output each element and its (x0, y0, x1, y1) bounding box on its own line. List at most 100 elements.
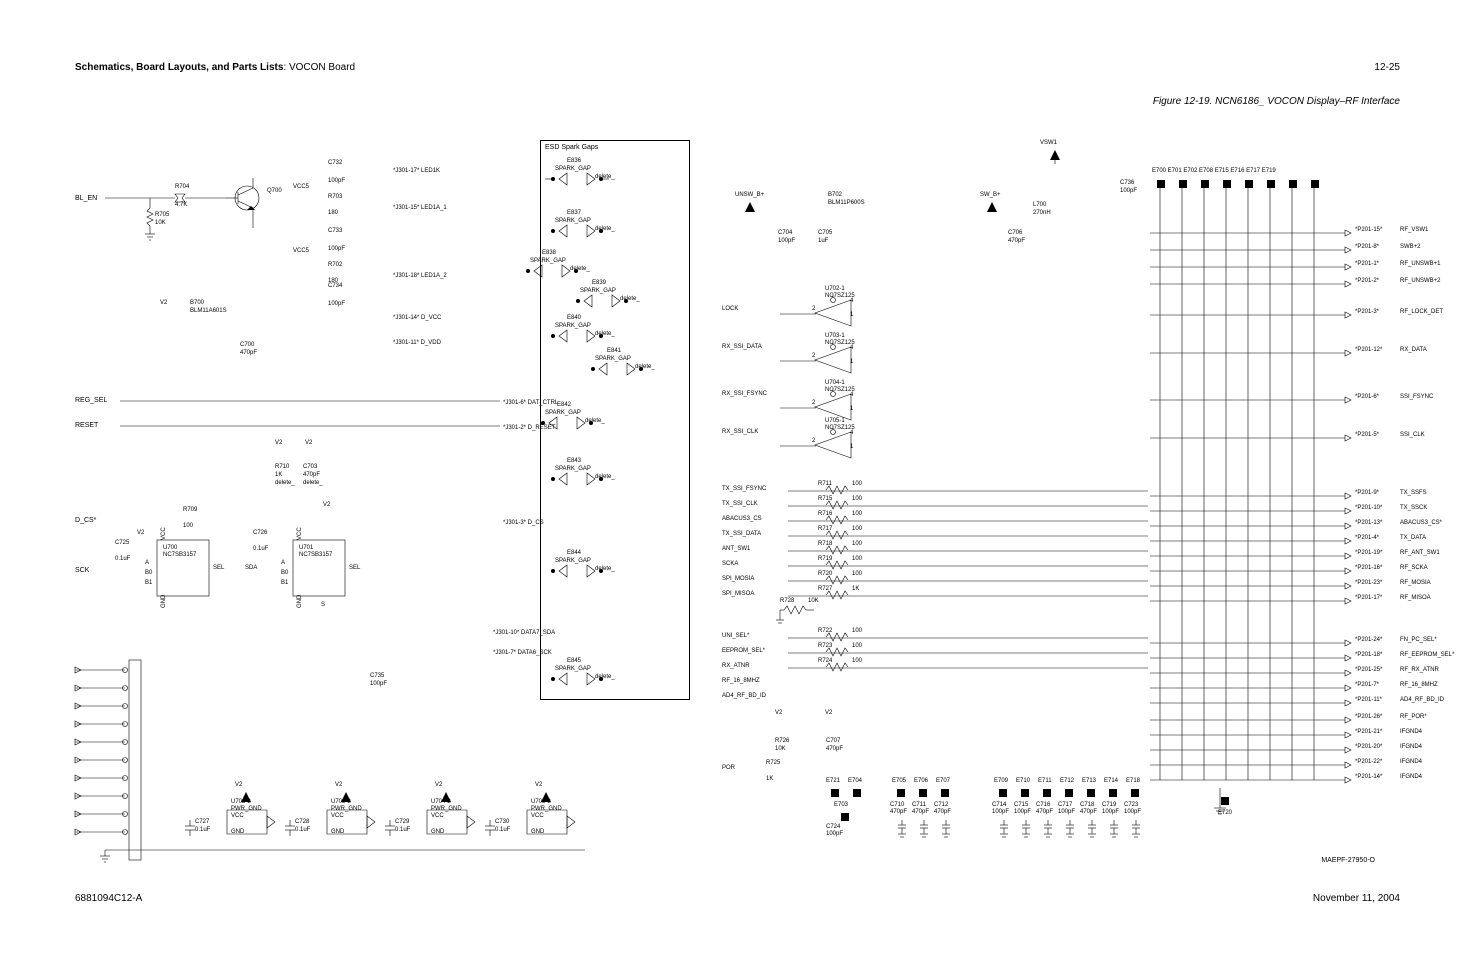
u702_2-gnd: GND (231, 829, 244, 835)
page-header: Schematics, Board Layouts, and Parts Lis… (75, 62, 355, 73)
e711: E711 (1038, 778, 1052, 784)
r703-val: 180 (328, 210, 338, 216)
u703_2-vcc: VCC (331, 813, 344, 819)
c723-ref: C723 (1124, 802, 1138, 808)
c725-val: 0.1uF (115, 556, 130, 562)
j301-15: *J301-15* LED1A_1 (393, 205, 447, 211)
u704_1-p1: 1 (850, 406, 853, 412)
e704: E704 (848, 778, 862, 784)
u701-a: A (281, 560, 285, 566)
p201-18-pin: *P201-25* (1355, 667, 1382, 673)
port-ee: EEPROM_SEL* (722, 648, 765, 654)
page-date: November 11, 2004 (1313, 893, 1400, 904)
e843-lbl: SPARK_GAP (555, 466, 591, 472)
p201-15-name: RF_MISOA (1400, 595, 1431, 601)
u703_1-ref: U703-1 (825, 333, 845, 339)
r715-val: 100 (852, 496, 862, 502)
p201-14-name: RF_MOSIA (1400, 580, 1431, 586)
p201-8-pin: *P201-9* (1355, 490, 1379, 496)
port-misoa: SPI_MISOA (722, 591, 754, 597)
e845-ref: E845 (567, 658, 581, 664)
u701-sda: SDA (245, 565, 257, 571)
port-mosia: SPI_MOSIA (722, 576, 754, 582)
r725-ref: R725 (766, 760, 780, 766)
p201-3-pin: *P201-2* (1355, 278, 1379, 284)
e838-lbl: SPARK_GAP (530, 258, 566, 264)
u704_1-p4: 4 (850, 392, 853, 398)
r710-ref: R710 (275, 464, 289, 470)
b700-ref: B700 (190, 300, 204, 306)
c729-ref: C729 (395, 819, 409, 825)
v2-c: V2 (305, 440, 312, 446)
r719-ref: R719 (818, 556, 832, 562)
port-bl-en: BL_EN (75, 195, 97, 202)
u705_2-gnd: GND (531, 829, 544, 835)
j301-18: *J301-18* LED1A_2 (393, 273, 447, 279)
p201-24-pin: *P201-22* (1355, 759, 1382, 765)
c707-val: 470pF (826, 746, 843, 752)
c706-val: 470pF (1008, 238, 1025, 244)
c719-val: 100pF (1102, 809, 1119, 815)
u705_1-p4: 4 (850, 430, 853, 436)
p201-25-name: IFGND4 (1400, 774, 1422, 780)
port-ad4: AD4_RF_BD_ID (722, 693, 766, 699)
unsw-b: UNSW_B+ (735, 192, 764, 198)
e842-del: delete_ (585, 418, 605, 424)
c710-val: 470pF (890, 809, 907, 815)
u702_1-ref: U702-1 (825, 286, 845, 292)
r722-ref: R722 (818, 628, 832, 634)
r704-val: 4.7K (175, 202, 187, 208)
e840-lbl: SPARK_GAP (555, 323, 591, 329)
port-rx-clk: RX_SSI_CLK (722, 429, 758, 435)
c703-note: delete_ (303, 480, 323, 486)
e840-ref: E840 (567, 315, 581, 321)
e706: E706 (914, 778, 928, 784)
p201-21-pin: *P201-26* (1355, 714, 1382, 720)
p201-0-name: RF_VSW1 (1400, 227, 1428, 233)
j301-17: *J301-17* LED1K (393, 168, 440, 174)
r715-ref: R715 (818, 496, 832, 502)
vertical-bus (1150, 180, 1340, 800)
left-schematic: ESD Spark Gaps BL_EN R704 4.7K Q700 R705… (75, 140, 695, 870)
u701-b0: B0 (281, 570, 288, 576)
c717-ref: C717 (1058, 802, 1072, 808)
u705_2-val: PWR_GND (531, 806, 562, 812)
c706-ref: C706 (1008, 230, 1022, 236)
p201-25-pin: *P201-14* (1355, 774, 1382, 780)
e712: E712 (1060, 778, 1074, 784)
c703-ref: C703 (303, 464, 317, 470)
r723-val: 100 (852, 643, 862, 649)
c727-ref: C727 (195, 819, 209, 825)
e841-ref: E841 (607, 348, 621, 354)
r710-note: delete_ (275, 480, 295, 486)
p201-9-pin: *P201-10* (1355, 505, 1382, 511)
c710-ref: C710 (890, 802, 904, 808)
p201-13-pin: *P201-16* (1355, 565, 1382, 571)
r726-ref: R726 (775, 738, 789, 744)
r728-val: 10K (808, 598, 819, 604)
port-scka: SCKA (722, 561, 738, 567)
r703-ref: R703 (328, 194, 342, 200)
p201-19-pin: *P201-7* (1355, 682, 1379, 688)
e837-del: delete_ (595, 226, 615, 232)
port-16m: RF_16_8MHZ (722, 678, 760, 684)
u701-b1: B1 (281, 580, 288, 586)
c726-val: 0.1uF (253, 546, 268, 552)
r722-val: 100 (852, 628, 862, 634)
port-reset: RESET (75, 422, 98, 429)
r723-ref: R723 (818, 643, 832, 649)
e836-ref: E836 (567, 158, 581, 164)
p201-2-name: RF_UNSWB+1 (1400, 261, 1441, 267)
u704_2-val: PWR_GND (431, 806, 462, 812)
v2-e: V2 (137, 530, 144, 536)
c727-val: 0.1uF (195, 827, 210, 833)
port-sck: SCK (75, 567, 89, 574)
c728-val: 0.1uF (295, 827, 310, 833)
r702-ref: R702 (328, 262, 342, 268)
u703_2-ref: U703-2 (331, 799, 351, 805)
e707: E707 (936, 778, 950, 784)
e714: E714 (1104, 778, 1118, 784)
port-tx-fsync: TX_SSI_FSYNC (722, 486, 766, 492)
j301-3: *J301-3* D_CS (503, 520, 544, 526)
c704-val: 100pF (778, 238, 795, 244)
